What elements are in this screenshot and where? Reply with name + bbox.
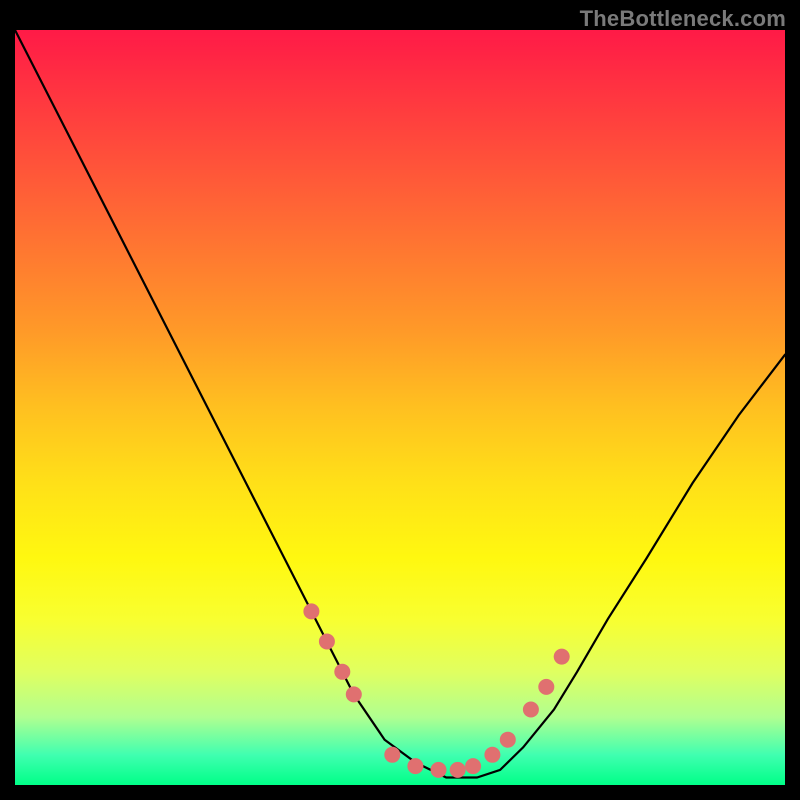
highlight-dot [407, 758, 423, 774]
highlight-dot [334, 664, 350, 680]
highlight-dot [538, 679, 554, 695]
highlight-dot [554, 649, 570, 665]
plot-area [15, 30, 785, 785]
highlight-dot [346, 686, 362, 702]
watermark-text: TheBottleneck.com [580, 6, 786, 32]
highlight-dot [303, 603, 319, 619]
highlight-dot [384, 747, 400, 763]
highlight-dots [303, 603, 569, 778]
chart-frame: TheBottleneck.com [0, 0, 800, 800]
curve-layer [15, 30, 785, 785]
highlight-dot [431, 762, 447, 778]
highlight-dot [500, 732, 516, 748]
highlight-dot [465, 758, 481, 774]
bottleneck-curve [15, 30, 785, 778]
highlight-dot [450, 762, 466, 778]
highlight-dot [484, 747, 500, 763]
highlight-dot [523, 702, 539, 718]
highlight-dot [319, 634, 335, 650]
